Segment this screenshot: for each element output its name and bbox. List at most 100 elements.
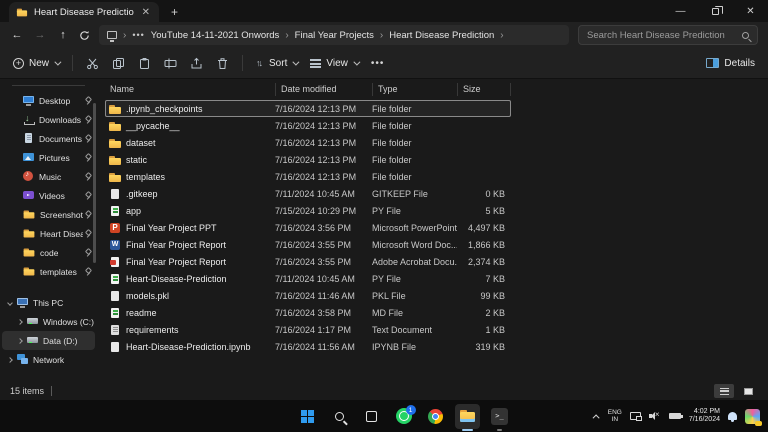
chevron-right-icon[interactable] xyxy=(7,357,13,363)
task-view-button[interactable] xyxy=(359,404,384,429)
refresh-icon[interactable] xyxy=(79,30,90,41)
details-view-button[interactable] xyxy=(714,384,734,398)
battery-icon[interactable] xyxy=(669,413,681,419)
search-icon xyxy=(335,412,344,421)
up-button[interactable]: ↑ xyxy=(56,29,70,41)
address-bar[interactable]: › ••• YouTube 14-11-2021 Onwords › Final… xyxy=(99,25,569,45)
sidebar-item-windows-c[interactable]: Windows (C:) xyxy=(0,312,97,331)
breadcrumb[interactable]: Heart Disease Prediction xyxy=(389,30,494,41)
chevron-right-icon[interactable] xyxy=(17,338,23,344)
language-indicator[interactable]: ENG IN xyxy=(608,409,622,423)
file-explorer-button[interactable] xyxy=(455,404,480,429)
search-box[interactable]: Search Heart Disease Prediction xyxy=(578,25,758,45)
sidebar-item-templates[interactable]: templates xyxy=(0,262,97,281)
pin-icon xyxy=(84,268,92,276)
start-button[interactable] xyxy=(295,404,320,429)
table-row[interactable]: Final Year Project Report 7/16/2024 3:55… xyxy=(105,253,511,270)
rename-icon[interactable] xyxy=(164,57,177,70)
chevron-right-icon[interactable] xyxy=(17,319,23,325)
share-icon[interactable] xyxy=(190,57,203,70)
view-button[interactable]: View xyxy=(310,58,358,69)
paste-icon[interactable] xyxy=(138,57,151,70)
back-button[interactable]: ← xyxy=(10,29,24,41)
column-header-size[interactable]: Size xyxy=(457,83,511,96)
sidebar-item-music[interactable]: Music xyxy=(0,167,97,186)
more-options-button[interactable]: ••• xyxy=(371,58,385,69)
sidebar-item-desktop[interactable]: Desktop xyxy=(0,91,97,110)
documents-icon xyxy=(23,133,34,144)
folder-icon xyxy=(24,248,35,258)
colorful-app-icon[interactable] xyxy=(745,409,760,424)
sidebar-item-network[interactable]: Network xyxy=(0,350,97,369)
sidebar-item-documents[interactable]: Documents xyxy=(0,129,97,148)
folder-icon xyxy=(24,210,35,220)
column-header-date[interactable]: Date modified xyxy=(275,83,372,96)
taskbar-search-button[interactable] xyxy=(327,404,352,429)
sidebar-item-screenshots[interactable]: Screenshots xyxy=(0,205,97,224)
table-row[interactable]: dataset 7/16/2024 12:13 PM File folder xyxy=(105,134,511,151)
delete-icon[interactable] xyxy=(216,57,229,70)
videos-icon xyxy=(23,190,34,201)
network-icon xyxy=(17,354,28,365)
this-pc-icon xyxy=(107,31,117,39)
pin-icon xyxy=(84,173,92,181)
sidebar: Desktop Downloads Documents Pictures Mus… xyxy=(0,79,97,382)
tab-close-icon[interactable]: ✕ xyxy=(140,7,152,18)
explorer-tab[interactable]: Heart Disease Prediction ✕ xyxy=(9,2,159,22)
column-header-name[interactable]: Name xyxy=(105,83,275,96)
file-icon xyxy=(109,290,121,302)
details-pane-button[interactable]: Details xyxy=(706,58,755,69)
table-row[interactable]: __pycache__ 7/16/2024 12:13 PM File fold… xyxy=(105,117,511,134)
tab-title: Heart Disease Prediction xyxy=(34,7,134,18)
table-row[interactable]: models.pkl 7/16/2024 11:46 AM PKL File 9… xyxy=(105,287,511,304)
column-header-type[interactable]: Type xyxy=(372,83,457,96)
sidebar-item-downloads[interactable]: Downloads xyxy=(0,110,97,129)
copy-icon[interactable] xyxy=(112,57,125,70)
sidebar-item-code[interactable]: code xyxy=(0,243,97,262)
table-row[interactable]: Final Year Project PPT 7/16/2024 3:56 PM… xyxy=(105,219,511,236)
table-row[interactable]: .ipynb_checkpoints 7/16/2024 12:13 PM Fi… xyxy=(105,100,511,117)
cast-icon[interactable] xyxy=(630,412,641,420)
desktop-icon xyxy=(23,95,34,106)
sidebar-scrollbar[interactable] xyxy=(93,103,96,263)
sidebar-item-this-pc[interactable]: This PC xyxy=(0,293,97,312)
table-row[interactable]: Heart-Disease-Prediction 7/11/2024 10:45… xyxy=(105,270,511,287)
table-row[interactable]: readme 7/16/2024 3:58 PM MD File 2 KB xyxy=(105,304,511,321)
sidebar-item-heart-disease[interactable]: Heart Disease xyxy=(0,224,97,243)
tray-overflow-icon[interactable] xyxy=(592,414,599,421)
breadcrumb[interactable]: Final Year Projects xyxy=(295,30,374,41)
new-button[interactable]: + New xyxy=(13,58,59,69)
folder-icon xyxy=(24,229,35,239)
clock[interactable]: 4:02 PM 7/16/2024 xyxy=(689,408,720,425)
cut-icon[interactable] xyxy=(86,57,99,70)
volume-muted-icon[interactable] xyxy=(649,412,661,421)
chevron-down-icon[interactable] xyxy=(7,300,13,306)
chrome-button[interactable] xyxy=(423,404,448,429)
new-tab-button[interactable]: + xyxy=(171,5,178,19)
table-row[interactable]: Final Year Project Report 7/16/2024 3:55… xyxy=(105,236,511,253)
thumbnails-view-button[interactable] xyxy=(738,384,758,398)
whatsapp-button[interactable]: 1 xyxy=(391,404,416,429)
sidebar-item-videos[interactable]: Videos xyxy=(0,186,97,205)
powerpoint-icon xyxy=(109,222,121,234)
sidebar-item-pictures[interactable]: Pictures xyxy=(0,148,97,167)
table-row[interactable]: templates 7/16/2024 12:13 PM File folder xyxy=(105,168,511,185)
restore-button[interactable] xyxy=(698,0,733,22)
table-row[interactable]: static 7/16/2024 12:13 PM File folder xyxy=(105,151,511,168)
sort-button[interactable]: ↑↓ Sort xyxy=(256,58,297,69)
command-toolbar: + New ↑↓ xyxy=(0,48,768,79)
minimize-button[interactable]: — xyxy=(663,0,698,22)
sidebar-item-data-d[interactable]: Data (D:) xyxy=(2,331,95,350)
table-row[interactable]: .gitkeep 7/11/2024 10:45 AM GITKEEP File… xyxy=(105,185,511,202)
terminal-button[interactable]: >_ xyxy=(487,404,512,429)
whatsapp-icon: 1 xyxy=(396,408,412,424)
table-row[interactable]: app 7/15/2024 10:29 PM PY File 5 KB xyxy=(105,202,511,219)
breadcrumb[interactable]: YouTube 14-11-2021 Onwords xyxy=(151,30,280,41)
notifications-bell-icon[interactable] xyxy=(728,412,737,420)
close-button[interactable]: ✕ xyxy=(733,0,768,22)
breadcrumb-overflow-icon[interactable]: ••• xyxy=(132,30,144,40)
file-explorer-icon xyxy=(460,410,475,423)
forward-button[interactable]: → xyxy=(33,29,47,41)
table-row[interactable]: Heart-Disease-Prediction.ipynb 7/16/2024… xyxy=(105,338,511,355)
table-row[interactable]: requirements 7/16/2024 1:17 PM Text Docu… xyxy=(105,321,511,338)
